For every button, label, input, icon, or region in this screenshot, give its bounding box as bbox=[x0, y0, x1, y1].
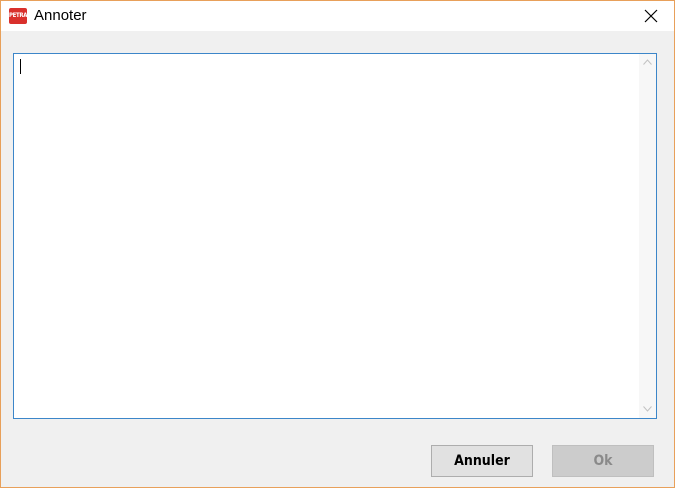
cancel-button[interactable]: Annuler bbox=[431, 445, 533, 477]
annotation-text-area[interactable] bbox=[13, 53, 657, 419]
ok-button[interactable]: Ok bbox=[552, 445, 654, 477]
title-bar[interactable]: PETRA Annoter bbox=[1, 1, 674, 31]
chevron-down-icon bbox=[643, 406, 652, 412]
scroll-up-button[interactable] bbox=[639, 54, 656, 71]
vertical-scrollbar[interactable] bbox=[639, 54, 656, 418]
text-caret bbox=[20, 59, 21, 74]
close-icon bbox=[644, 9, 658, 23]
annotate-dialog: PETRA Annoter Annuler Ok bbox=[0, 0, 675, 488]
petra-app-icon: PETRA bbox=[9, 8, 27, 24]
window-title: Annoter bbox=[34, 7, 87, 24]
dialog-body: Annuler Ok bbox=[1, 31, 674, 487]
scroll-down-button[interactable] bbox=[639, 401, 656, 418]
chevron-up-icon bbox=[643, 59, 652, 65]
close-button[interactable] bbox=[628, 1, 674, 31]
